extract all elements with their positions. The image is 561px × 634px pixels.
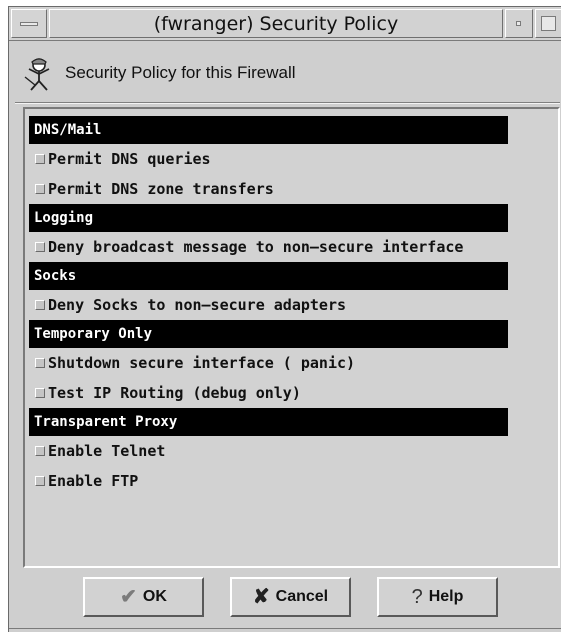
checkbox[interactable] [35,446,45,456]
checkbox[interactable] [35,242,45,252]
policy-option[interactable]: Deny broadcast message to non–secure int… [29,232,508,262]
question-mark-icon: ? [411,586,423,608]
policy-option-label: Shutdown secure interface ( panic) [48,354,356,372]
policy-option[interactable]: Permit DNS queries [29,144,508,174]
policy-option[interactable]: Permit DNS zone transfers [29,174,508,204]
cancel-button-label: Cancel [275,588,329,605]
section-header: Temporary Only [29,320,508,348]
minimize-button[interactable] [505,9,533,38]
checkbox[interactable] [35,358,45,368]
policy-option[interactable]: Enable FTP [29,466,508,496]
section-header: Socks [29,262,508,290]
policy-option-label: Deny broadcast message to non–secure int… [48,238,464,256]
section-header: Logging [29,204,508,232]
policy-option-label: Enable FTP [48,472,139,490]
button-row: ✔ OK ✘ Cancel ? Help [9,577,561,619]
dialog-heading: Security Policy for this Firewall [65,63,296,82]
help-button-label: Help [428,588,464,605]
policy-option-label: Permit DNS zone transfers [48,180,274,198]
help-button[interactable]: ? Help [377,577,498,617]
maximize-icon [541,16,556,31]
policy-panel: DNS/Mail Permit DNS queries Permit DNS zon… [23,107,560,568]
checkbox[interactable] [35,476,45,486]
window-menu-icon [20,22,38,26]
header-divider [15,102,560,104]
x-mark-icon: ✘ [252,586,270,608]
minimize-icon [516,21,521,26]
section-header: DNS/Mail [29,116,508,144]
dialog-header: Security Policy for this Firewall [21,53,296,93]
checkmark-icon: ✔ [120,586,137,608]
section-header: Transparent Proxy [29,408,508,436]
policy-list: DNS/Mail Permit DNS queries Permit DNS zon… [29,116,508,496]
checkbox[interactable] [35,184,45,194]
policy-option-label: Permit DNS queries [48,150,211,168]
policy-option-label: Deny Socks to non–secure adapters [48,296,347,314]
checkbox[interactable] [35,388,45,398]
policy-option-label: Enable Telnet [48,442,166,460]
maximize-button[interactable] [535,9,561,38]
policy-option[interactable]: Enable Telnet [29,436,508,466]
checkbox[interactable] [35,154,45,164]
security-guard-icon [24,58,50,91]
policy-option[interactable]: Shutdown secure interface ( panic) [29,348,508,378]
policy-option[interactable]: Test IP Routing (debug only) [29,378,508,408]
ok-button-label: OK [142,588,167,605]
ok-button[interactable]: ✔ OK [83,577,204,617]
cancel-button[interactable]: ✘ Cancel [230,577,351,617]
checkbox[interactable] [35,300,45,310]
window-bottom-border [9,628,561,634]
window-title[interactable]: (fwranger) Security Policy [49,9,503,38]
security-policy-window: (fwranger) Security Policy Security Poli… [8,6,561,632]
policy-option[interactable]: Deny Socks to non–secure adapters [29,290,508,320]
title-bar: (fwranger) Security Policy [9,7,561,41]
policy-option-label: Test IP Routing (debug only) [48,384,301,402]
window-menu-button[interactable] [11,9,47,38]
